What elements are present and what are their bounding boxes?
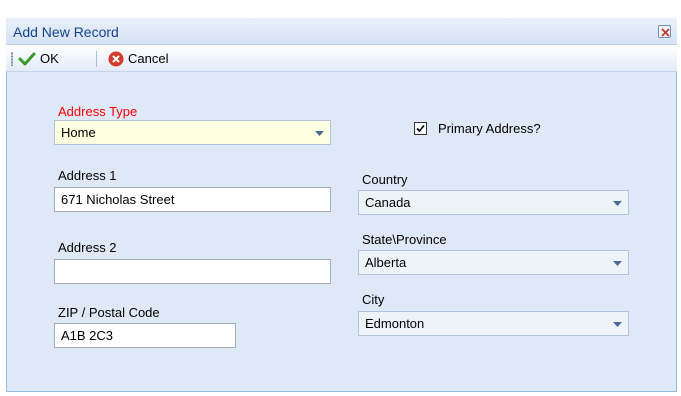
address-type-select[interactable]: Home: [54, 120, 331, 145]
close-button[interactable]: [658, 25, 671, 38]
window-title: Add New Record: [13, 24, 119, 40]
address1-input[interactable]: 671 Nicholas Street: [54, 187, 331, 212]
country-select[interactable]: Canada: [358, 190, 629, 215]
address2-label: Address 2: [58, 240, 117, 255]
chevron-down-icon: [613, 261, 622, 266]
cancel-icon: [108, 51, 124, 66]
city-label: City: [362, 292, 385, 307]
address-type-value: Home: [61, 125, 96, 140]
primary-address-label: Primary Address?: [438, 121, 541, 136]
country-value: Canada: [365, 195, 411, 210]
ok-button[interactable]: OK: [18, 49, 59, 68]
state-select[interactable]: Alberta: [358, 250, 629, 275]
chevron-down-icon: [613, 201, 622, 206]
cancel-label: Cancel: [128, 51, 169, 66]
close-icon: [661, 28, 670, 37]
zip-label: ZIP / Postal Code: [58, 305, 160, 320]
title-bar: Add New Record: [6, 18, 677, 45]
address1-label: Address 1: [58, 168, 117, 183]
toolbar-separator: [96, 51, 97, 67]
city-value: Edmonton: [365, 316, 425, 331]
state-label: State\Province: [362, 232, 447, 247]
toolbar: OK Cancel: [6, 45, 677, 72]
cancel-button[interactable]: Cancel: [108, 49, 168, 68]
checkmark-icon: [18, 52, 36, 65]
state-value: Alberta: [365, 255, 407, 270]
address2-input[interactable]: [54, 259, 331, 284]
country-label: Country: [362, 172, 408, 187]
address-type-label: Address Type: [58, 104, 138, 119]
city-select[interactable]: Edmonton: [358, 311, 629, 336]
primary-address-checkbox[interactable]: [414, 122, 427, 135]
chevron-down-icon: [315, 131, 324, 136]
chevron-down-icon: [613, 322, 622, 327]
ok-label: OK: [40, 51, 59, 66]
toolbar-grip[interactable]: [11, 52, 13, 66]
check-icon: [416, 124, 425, 133]
zip-input[interactable]: A1B 2C3: [54, 323, 236, 348]
